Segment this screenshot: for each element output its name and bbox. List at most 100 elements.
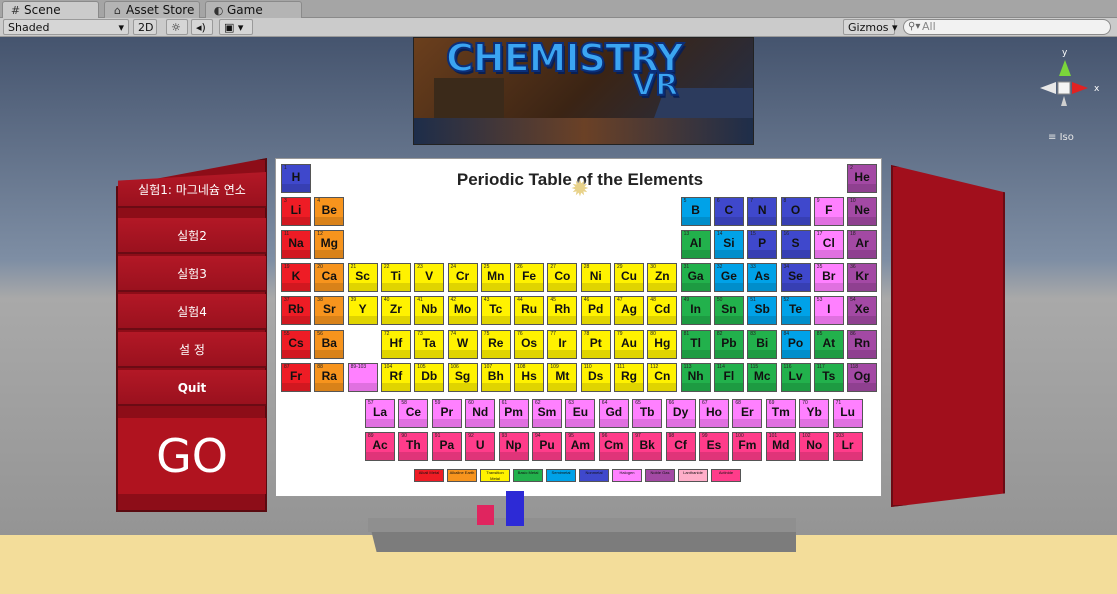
gizmo-y-label: y (1062, 48, 1068, 58)
element-name-strip (748, 250, 777, 259)
element-name-strip (432, 419, 461, 427)
element-symbol: Al (689, 236, 702, 251)
element-cell: 6C (713, 197, 744, 227)
tab-asset-store[interactable]: ⌂ Asset Store (104, 1, 200, 18)
tab-scene[interactable]: # Scene (2, 1, 99, 18)
tab-game[interactable]: ◐ Game (205, 1, 302, 18)
element-name-strip (415, 349, 444, 358)
tab-scene-label: Scene (24, 3, 61, 17)
element-cell: 52 Te (780, 296, 811, 326)
element-name-strip (781, 250, 810, 259)
element-cell: 17 Cl (813, 230, 844, 260)
element-name-strip (633, 452, 662, 460)
element-name-strip (714, 382, 743, 391)
element-cell: 39 Y (347, 296, 378, 326)
element-symbol: Ts (822, 368, 836, 383)
table-stand-top (368, 518, 796, 532)
menu-quit[interactable]: Quit (118, 370, 266, 406)
go-button[interactable]: GO (118, 418, 266, 494)
element-cell: 79 Au (614, 329, 644, 359)
gizmos-dropdown[interactable]: Gizmos ▾ (843, 19, 898, 35)
element-name-strip (733, 419, 762, 427)
menu-experiment-3[interactable]: 실험3 (118, 256, 266, 292)
element-cell: 21 Sc (347, 263, 378, 293)
axis-neg-x-cone-icon[interactable] (1040, 82, 1056, 94)
element-cell: 29 Cu (614, 263, 644, 293)
element-cell: 24 Cr (447, 263, 478, 293)
toggle-2d-button[interactable]: 2D (133, 19, 157, 35)
element-cell: 16 S (780, 230, 811, 260)
element-symbol: Yb (806, 405, 822, 419)
menu-experiment-4[interactable]: 실험4 (118, 294, 266, 330)
element-symbol: Mo (453, 302, 472, 317)
element-symbol: W (456, 335, 469, 350)
element-name-strip (800, 452, 829, 460)
element-symbol: Pt (589, 335, 602, 350)
legend-item: Alkaline Earth (447, 469, 477, 482)
element-symbol: Rg (621, 368, 637, 383)
element-symbol: Tm (771, 405, 790, 419)
element-symbol: Fr (290, 368, 302, 383)
element-name-strip (848, 349, 877, 358)
directional-light-icon[interactable]: ✹ (568, 178, 592, 202)
element-name-strip (381, 349, 410, 358)
element-symbol: Mn (487, 269, 505, 284)
element-symbol: Cl (822, 236, 835, 251)
projection-label[interactable]: ≡ Iso (1048, 132, 1074, 142)
menu-experiment-2[interactable]: 실험2 (118, 218, 266, 254)
element-symbol: Na (288, 236, 304, 251)
orientation-gizmo[interactable]: y x ≡ Iso (1036, 46, 1108, 142)
axis-neg-y-cone-icon[interactable] (1061, 96, 1067, 106)
element-symbol: Pd (588, 302, 604, 317)
scene-search-input[interactable]: ⚲▾ All (903, 19, 1111, 35)
element-symbol: Ge (720, 269, 737, 284)
element-symbol: Te (788, 302, 803, 317)
element-cell: 37 Rb (281, 296, 311, 326)
element-name-strip (381, 316, 410, 325)
element-cell: 118 Og (847, 362, 878, 392)
element-symbol: In (690, 302, 701, 317)
element-name-strip (848, 217, 877, 226)
asset-store-icon: ⌂ (114, 4, 121, 17)
projection-mode-text: Iso (1060, 132, 1074, 142)
element-cell: 85 At (813, 329, 844, 359)
axis-y-cone-icon[interactable] (1059, 60, 1071, 76)
element-cell: 14 Si (713, 230, 744, 260)
element-cell: 61 Pm (498, 399, 529, 428)
element-name-strip (748, 349, 777, 358)
element-name-strip (814, 382, 843, 391)
element-name-strip (814, 316, 843, 325)
element-name-strip (666, 452, 695, 460)
element-name-strip (315, 349, 344, 358)
element-cell: 15 P (747, 230, 778, 260)
shading-mode-dropdown[interactable]: Shaded ▾ (3, 19, 129, 35)
element-name-strip (714, 283, 743, 292)
element-symbol: U (475, 438, 485, 452)
element-symbol: F (825, 203, 833, 218)
effects-dropdown-icon[interactable]: ▣ ▾ (219, 19, 253, 35)
axis-x-cone-icon[interactable] (1072, 82, 1088, 94)
audio-toggle-icon[interactable]: ◂) (191, 19, 213, 35)
element-cell: 84 Po (780, 329, 811, 359)
element-name-strip (448, 349, 477, 358)
element-symbol: Zn (654, 269, 670, 284)
element-cell: 95 Am (565, 432, 596, 461)
element-name-strip (448, 316, 477, 325)
element-name-strip (315, 382, 344, 391)
element-name-strip (814, 349, 843, 358)
menu-settings[interactable]: 설 정 (118, 332, 266, 368)
element-symbol: Th (406, 438, 421, 452)
lighting-toggle-icon[interactable]: ☼ (166, 19, 188, 35)
search-placeholder: All (922, 20, 936, 33)
legend-item: Nonmetal (579, 469, 609, 482)
gizmo-center-cube-icon[interactable] (1057, 81, 1071, 95)
element-symbol: Bi (756, 335, 769, 350)
blue-block-object[interactable] (506, 491, 524, 526)
element-symbol: No (806, 438, 823, 452)
element-name-strip (348, 382, 377, 391)
element-name-strip (615, 382, 643, 391)
pink-block-object[interactable] (477, 505, 494, 525)
element-cell: 101 Md (765, 432, 796, 461)
element-name-strip (615, 349, 643, 358)
element-symbol: La (372, 405, 387, 419)
